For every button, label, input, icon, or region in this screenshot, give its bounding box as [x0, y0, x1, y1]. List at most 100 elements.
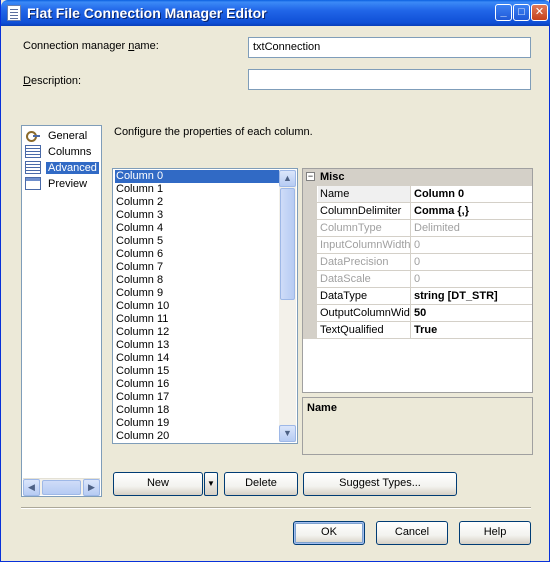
help-button[interactable]: Help	[459, 521, 531, 545]
property-name: DataScale	[318, 271, 411, 287]
list-item[interactable]: Column 10	[115, 300, 281, 313]
list-item[interactable]: Column 16	[115, 378, 281, 391]
new-button[interactable]: New	[113, 472, 203, 496]
advanced-icon	[25, 161, 41, 174]
description-input[interactable]	[248, 69, 531, 90]
property-name: ColumnType	[318, 220, 411, 236]
nav-item-preview[interactable]: Preview	[25, 176, 101, 191]
list-item[interactable]: Column 14	[115, 352, 281, 365]
close-button[interactable]: ✕	[531, 4, 548, 21]
nav-pane: General Columns Advanced Preview ◀ ▶	[21, 125, 102, 497]
list-item[interactable]: Column 7	[115, 261, 281, 274]
scroll-down-icon[interactable]: ▼	[279, 425, 296, 442]
property-grid: − Misc Name Column 0 ColumnDelimiter Com…	[302, 168, 533, 393]
category-header[interactable]: − Misc	[303, 169, 532, 186]
connection-name-input[interactable]: txtConnection	[248, 37, 531, 58]
help-button-label: Help	[483, 526, 507, 538]
category-label: Misc	[320, 171, 345, 183]
property-row[interactable]: InputColumnWidth 0	[303, 237, 532, 254]
columns-icon	[25, 145, 41, 158]
maximize-button[interactable]: □	[513, 4, 530, 21]
property-description-title: Name	[307, 402, 337, 414]
property-value[interactable]: Comma {,}	[412, 203, 532, 219]
title-bar[interactable]: Flat File Connection Manager Editor _ □ …	[1, 0, 550, 26]
connection-name-label: Connection manager name:	[23, 40, 159, 52]
nav-item-columns[interactable]: Columns	[25, 144, 101, 159]
separator	[21, 507, 531, 509]
suggest-types-button[interactable]: Suggest Types...	[303, 472, 457, 496]
property-row[interactable]: ColumnDelimiter Comma {,}	[303, 203, 532, 220]
columns-listbox[interactable]: Column 0 Column 1 Column 2 Column 3 Colu…	[112, 168, 298, 444]
property-name: Name	[318, 186, 411, 202]
list-item[interactable]: Column 19	[115, 417, 281, 430]
suggest-types-button-label: Suggest Types...	[339, 477, 421, 489]
property-row[interactable]: OutputColumnWid 50	[303, 305, 532, 322]
property-name: TextQualified	[318, 322, 411, 338]
property-name: OutputColumnWid	[320, 305, 411, 321]
list-item[interactable]: Column 2	[115, 196, 281, 209]
property-name: DataType	[318, 288, 411, 304]
scroll-up-icon[interactable]: ▲	[279, 170, 296, 187]
property-row[interactable]: DataPrecision 0	[303, 254, 532, 271]
list-item[interactable]: Column 13	[115, 339, 281, 352]
ok-button[interactable]: OK	[293, 521, 365, 545]
list-item[interactable]: Column 18	[115, 404, 281, 417]
property-row[interactable]: ColumnType Delimited	[303, 220, 532, 237]
chevron-down-icon: ▼	[207, 479, 215, 488]
list-item[interactable]: Column 4	[115, 222, 281, 235]
list-vertical-scrollbar[interactable]: ▲ ▼	[279, 170, 296, 442]
scroll-thumb[interactable]	[42, 480, 81, 495]
list-item[interactable]: Column 0	[115, 170, 281, 183]
instruction-text: Configure the properties of each column.	[114, 126, 313, 138]
description-label: Description:	[23, 75, 82, 87]
list-item[interactable]: Column 8	[115, 274, 281, 287]
property-description-panel: Name	[302, 397, 533, 455]
cancel-button[interactable]: Cancel	[376, 521, 448, 545]
property-name: ColumnDelimiter	[318, 203, 411, 219]
document-icon	[7, 5, 21, 21]
nav-horizontal-scrollbar[interactable]: ◀ ▶	[23, 478, 100, 496]
list-item[interactable]: Column 3	[115, 209, 281, 222]
property-value[interactable]: 50	[412, 305, 532, 321]
property-value: 0	[414, 239, 421, 251]
property-row[interactable]: Name Column 0	[303, 186, 532, 203]
nav-item-general[interactable]: General	[25, 128, 101, 143]
property-name: DataPrecision	[318, 254, 411, 270]
delete-button-label: Delete	[245, 477, 277, 489]
list-item[interactable]: Column 20	[115, 430, 281, 443]
list-item[interactable]: Column 17	[115, 391, 281, 404]
property-row[interactable]: DataScale 0	[303, 271, 532, 288]
list-item[interactable]: Column 15	[115, 365, 281, 378]
list-item[interactable]: Column 11	[115, 313, 281, 326]
property-row[interactable]: TextQualified True	[303, 322, 532, 339]
property-value: Delimited	[414, 222, 460, 234]
window-title: Flat File Connection Manager Editor	[27, 5, 267, 21]
dialog-window: Flat File Connection Manager Editor _ □ …	[0, 0, 550, 562]
property-value: 0	[414, 273, 421, 285]
list-item[interactable]: Column 1	[115, 183, 281, 196]
property-value[interactable]: string [DT_STR]	[412, 288, 532, 304]
list-item[interactable]: Column 5	[115, 235, 281, 248]
list-item[interactable]: Column 6	[115, 248, 281, 261]
nav-item-label: Columns	[48, 145, 92, 158]
ok-button-label: OK	[321, 526, 337, 538]
property-value[interactable]: True	[412, 322, 532, 338]
scroll-thumb[interactable]	[280, 188, 295, 300]
nav-item-label: Preview	[48, 177, 88, 190]
nav-item-advanced[interactable]: Advanced	[25, 160, 101, 175]
list-item[interactable]: Column 9	[115, 287, 281, 300]
general-icon	[25, 129, 41, 142]
scroll-right-icon[interactable]: ▶	[83, 479, 100, 496]
new-button-label: New	[146, 477, 169, 489]
preview-icon	[25, 177, 41, 190]
scroll-left-icon[interactable]: ◀	[23, 479, 40, 496]
minimize-button[interactable]: _	[495, 4, 512, 21]
delete-button[interactable]: Delete	[224, 472, 298, 496]
property-value[interactable]: Column 0	[412, 186, 532, 202]
nav-item-label: Advanced	[46, 161, 99, 174]
new-dropdown-button[interactable]: ▼	[204, 472, 218, 496]
collapse-icon[interactable]: −	[306, 172, 315, 181]
nav-item-label: General	[48, 129, 88, 142]
property-row[interactable]: DataType string [DT_STR]	[303, 288, 532, 305]
list-item[interactable]: Column 12	[115, 326, 281, 339]
